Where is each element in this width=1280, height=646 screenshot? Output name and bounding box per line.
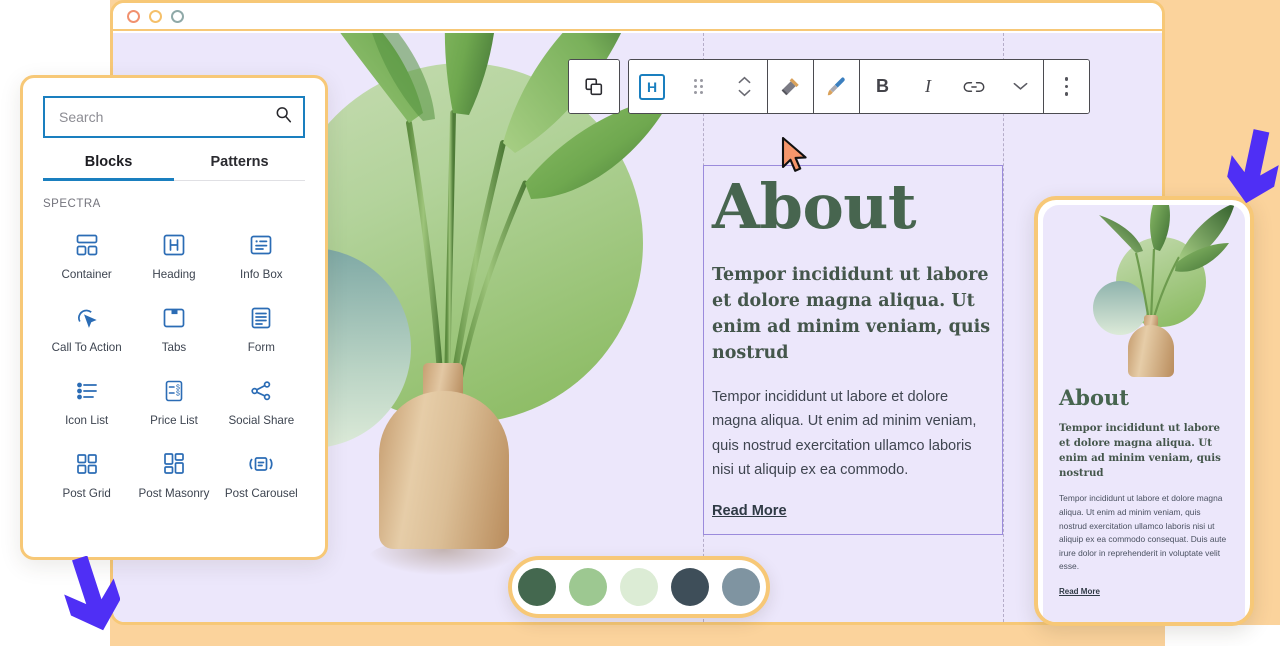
block-label: Container bbox=[61, 268, 112, 281]
block-item-social-share[interactable]: Social Share bbox=[218, 370, 305, 431]
about-subheading[interactable]: Tempor incididunt ut labore et dolore ma… bbox=[704, 241, 1002, 367]
inserter-tabs[interactable]: Blocks Patterns bbox=[43, 154, 305, 181]
italic-icon[interactable]: I bbox=[905, 60, 951, 113]
mobile-screen: About Tempor incididunt ut labore et dol… bbox=[1043, 205, 1245, 622]
heading-block-icon[interactable]: H bbox=[629, 60, 675, 113]
block-label: Heading bbox=[152, 268, 196, 281]
block-item-icon-list[interactable]: Icon List bbox=[43, 370, 130, 431]
layout-guide-right bbox=[1003, 33, 1004, 622]
block-grid[interactable]: Container Heading Info Box Call To Actio… bbox=[43, 224, 305, 504]
post-grid-icon bbox=[74, 451, 100, 477]
block-label: Call To Action bbox=[51, 341, 122, 354]
swatch-gray-blue[interactable] bbox=[722, 568, 760, 606]
white-gutter-bottom-right bbox=[1165, 625, 1280, 646]
color-palette-bar[interactable] bbox=[508, 556, 770, 618]
mobile-preview-frame[interactable]: About Tempor incididunt ut labore et dol… bbox=[1034, 196, 1254, 626]
social-share-icon bbox=[248, 378, 274, 404]
mobile-about-body: Tempor incididunt ut labore et dolore ma… bbox=[1059, 493, 1227, 572]
block-item-heading[interactable]: Heading bbox=[130, 224, 217, 285]
search-box[interactable] bbox=[43, 96, 305, 138]
form-icon bbox=[248, 305, 274, 331]
block-item-price-list[interactable]: $ $ Price List bbox=[130, 370, 217, 431]
mobile-about-heading: About bbox=[1059, 385, 1129, 410]
info-box-icon bbox=[248, 232, 274, 258]
mobile-read-more-link[interactable]: Read More bbox=[1059, 587, 1100, 596]
swatch-pale-mint[interactable] bbox=[620, 568, 658, 606]
heading-icon bbox=[161, 232, 187, 258]
block-options-icon[interactable] bbox=[1043, 60, 1089, 113]
block-label: Form bbox=[247, 341, 275, 354]
vertical-dots bbox=[1064, 77, 1069, 96]
search-input[interactable] bbox=[59, 109, 274, 125]
swatch-dark-slate[interactable] bbox=[671, 568, 709, 606]
drag-handle-icon[interactable] bbox=[675, 60, 721, 113]
block-label: Social Share bbox=[228, 414, 295, 427]
icon-list-icon bbox=[74, 378, 100, 404]
about-content-block[interactable]: About Tempor incididunt ut labore et dol… bbox=[703, 165, 1003, 535]
duplicate-blocks-icon[interactable] bbox=[569, 60, 619, 113]
block-label: Post Carousel bbox=[224, 487, 298, 500]
block-label: Post Masonry bbox=[138, 487, 210, 500]
mobile-about-subheading: Tempor incididunt ut labore et dolore ma… bbox=[1059, 422, 1221, 480]
mobile-vase-body bbox=[1128, 325, 1174, 377]
move-up-down-icon[interactable] bbox=[721, 60, 767, 113]
link-icon[interactable] bbox=[951, 60, 997, 113]
move-chevrons bbox=[737, 76, 751, 97]
browser-titlebar bbox=[113, 3, 1162, 31]
post-carousel-icon bbox=[248, 451, 274, 477]
post-masonry-icon bbox=[161, 451, 187, 477]
block-item-form[interactable]: Form bbox=[218, 297, 305, 358]
decorative-arrow-bottom-left bbox=[50, 555, 121, 646]
block-category-label: SPECTRA bbox=[43, 198, 101, 210]
drag-dots bbox=[693, 79, 703, 94]
tab-blocks[interactable]: Blocks bbox=[43, 154, 174, 181]
heading-badge-letter: H bbox=[639, 73, 665, 100]
paintbrush-glyph bbox=[827, 77, 845, 96]
mouse-cursor-icon bbox=[781, 136, 811, 180]
mobile-about-block: About Tempor incididunt ut labore et dol… bbox=[1043, 375, 1245, 599]
toolbar-group-main[interactable]: H B I bbox=[628, 59, 1090, 114]
active-tab-underline bbox=[43, 178, 174, 181]
mobile-plant-illustration bbox=[1043, 205, 1245, 377]
block-label: Icon List bbox=[65, 414, 109, 427]
about-body-text[interactable]: Tempor incididunt ut labore et dolore ma… bbox=[704, 367, 1002, 483]
vase-body bbox=[379, 391, 509, 549]
tab-patterns[interactable]: Patterns bbox=[174, 154, 305, 181]
more-rich-text-chevron-icon[interactable] bbox=[997, 60, 1043, 113]
swatch-dark-green[interactable] bbox=[518, 568, 556, 606]
toolbar-group-duplicate[interactable] bbox=[568, 59, 620, 114]
window-close-dot[interactable] bbox=[127, 9, 140, 23]
paintbrush-icon[interactable] bbox=[813, 60, 859, 113]
block-item-call-to-action[interactable]: Call To Action bbox=[43, 297, 130, 358]
block-label: Price List bbox=[150, 414, 198, 427]
block-label: Tabs bbox=[161, 341, 187, 354]
block-item-tabs[interactable]: Tabs bbox=[130, 297, 217, 358]
block-item-post-carousel[interactable]: Post Carousel bbox=[218, 443, 305, 504]
block-label: Info Box bbox=[240, 268, 283, 281]
search-icon[interactable] bbox=[274, 105, 293, 129]
block-item-post-masonry[interactable]: Post Masonry bbox=[130, 443, 217, 504]
tabs-icon bbox=[161, 305, 187, 331]
read-more-link[interactable]: Read More bbox=[712, 503, 787, 519]
hammer-glyph bbox=[781, 78, 799, 96]
hammer-icon[interactable] bbox=[767, 60, 813, 113]
block-item-container[interactable]: Container bbox=[43, 224, 130, 285]
window-minimize-dot[interactable] bbox=[149, 9, 162, 23]
block-item-info-box[interactable]: Info Box bbox=[218, 224, 305, 285]
about-heading[interactable]: About bbox=[704, 172, 1002, 241]
price-list-icon: $ $ bbox=[161, 378, 187, 404]
call-to-action-icon bbox=[74, 305, 100, 331]
decorative-arrow-top-right bbox=[1216, 126, 1280, 221]
bold-icon[interactable]: B bbox=[859, 60, 905, 113]
swatch-light-green[interactable] bbox=[569, 568, 607, 606]
block-inserter-panel[interactable]: Blocks Patterns SPECTRA Container bbox=[20, 75, 328, 560]
svg-text:$: $ bbox=[176, 390, 180, 397]
block-toolbar[interactable]: H B I bbox=[568, 59, 1090, 114]
block-item-post-grid[interactable]: Post Grid bbox=[43, 443, 130, 504]
window-maximize-dot[interactable] bbox=[171, 9, 184, 23]
container-icon bbox=[74, 232, 100, 258]
block-label: Post Grid bbox=[62, 487, 111, 500]
